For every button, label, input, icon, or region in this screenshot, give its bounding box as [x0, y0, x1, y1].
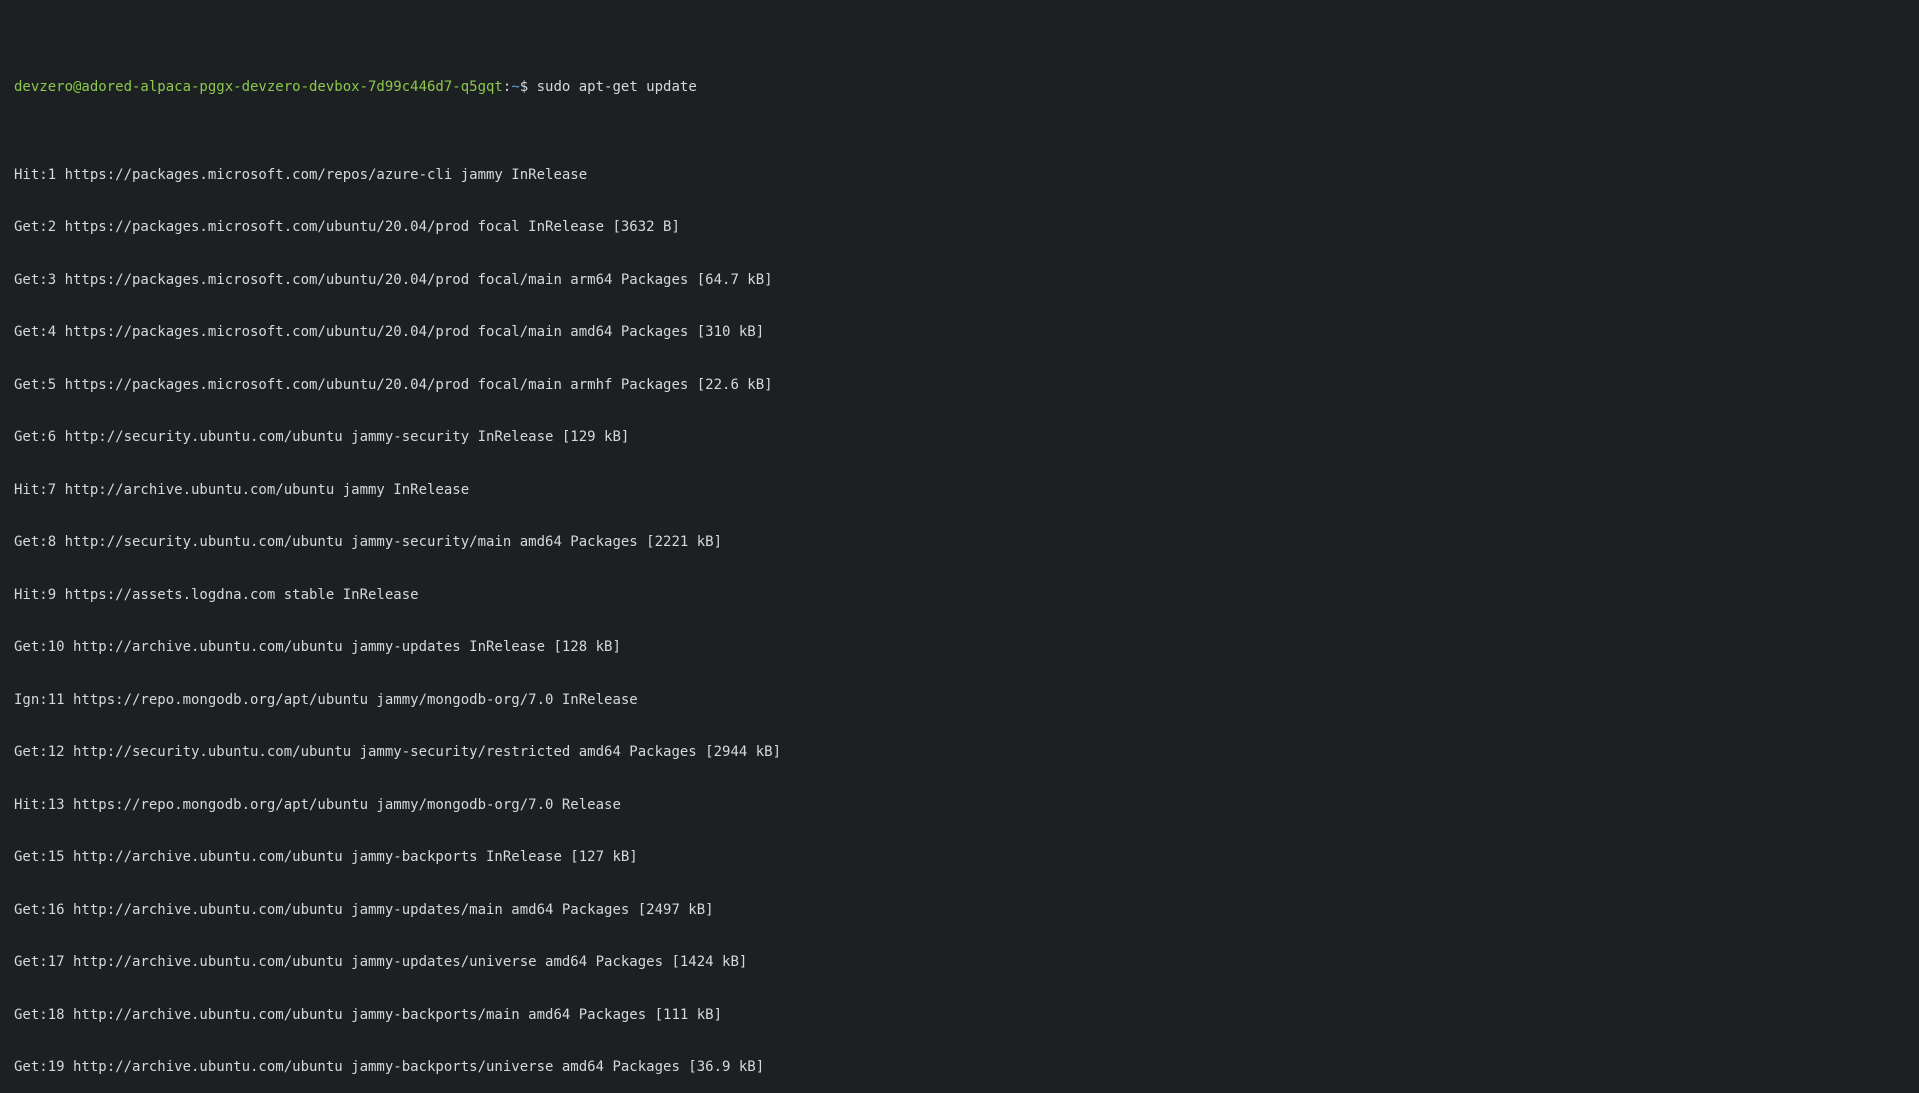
output-line: Get:6 http://security.ubuntu.com/ubuntu … [14, 429, 1905, 447]
output-line: Get:18 http://archive.ubuntu.com/ubuntu … [14, 1007, 1905, 1025]
output-line: Get:19 http://archive.ubuntu.com/ubuntu … [14, 1059, 1905, 1077]
command-1: sudo apt-get update [537, 79, 697, 95]
output-line: Get:2 https://packages.microsoft.com/ubu… [14, 219, 1905, 237]
output-line: Ign:11 https://repo.mongodb.org/apt/ubun… [14, 692, 1905, 710]
output-line: Hit:9 https://assets.logdna.com stable I… [14, 587, 1905, 605]
output-line: Get:15 http://archive.ubuntu.com/ubuntu … [14, 849, 1905, 867]
output-line: Hit:1 https://packages.microsoft.com/rep… [14, 167, 1905, 185]
output-line: Get:12 http://security.ubuntu.com/ubuntu… [14, 744, 1905, 762]
output-line: Get:5 https://packages.microsoft.com/ubu… [14, 377, 1905, 395]
output-line: Get:10 http://archive.ubuntu.com/ubuntu … [14, 639, 1905, 657]
output-line: Hit:7 http://archive.ubuntu.com/ubuntu j… [14, 482, 1905, 500]
output-line: Get:4 https://packages.microsoft.com/ubu… [14, 324, 1905, 342]
terminal[interactable]: devzero@adored-alpaca-pggx-devzero-devbo… [0, 0, 1919, 1093]
output-line: Get:3 https://packages.microsoft.com/ubu… [14, 272, 1905, 290]
prompt-user: devzero@adored-alpaca-pggx-devzero-devbo… [14, 79, 503, 95]
prompt-path: ~ [511, 79, 519, 95]
output-line: Get:17 http://archive.ubuntu.com/ubuntu … [14, 954, 1905, 972]
output-line: Get:8 http://security.ubuntu.com/ubuntu … [14, 534, 1905, 552]
output-line: Hit:13 https://repo.mongodb.org/apt/ubun… [14, 797, 1905, 815]
output-line: Get:16 http://archive.ubuntu.com/ubuntu … [14, 902, 1905, 920]
prompt-dollar: $ [520, 79, 537, 95]
prompt-line-1: devzero@adored-alpaca-pggx-devzero-devbo… [14, 79, 1905, 97]
